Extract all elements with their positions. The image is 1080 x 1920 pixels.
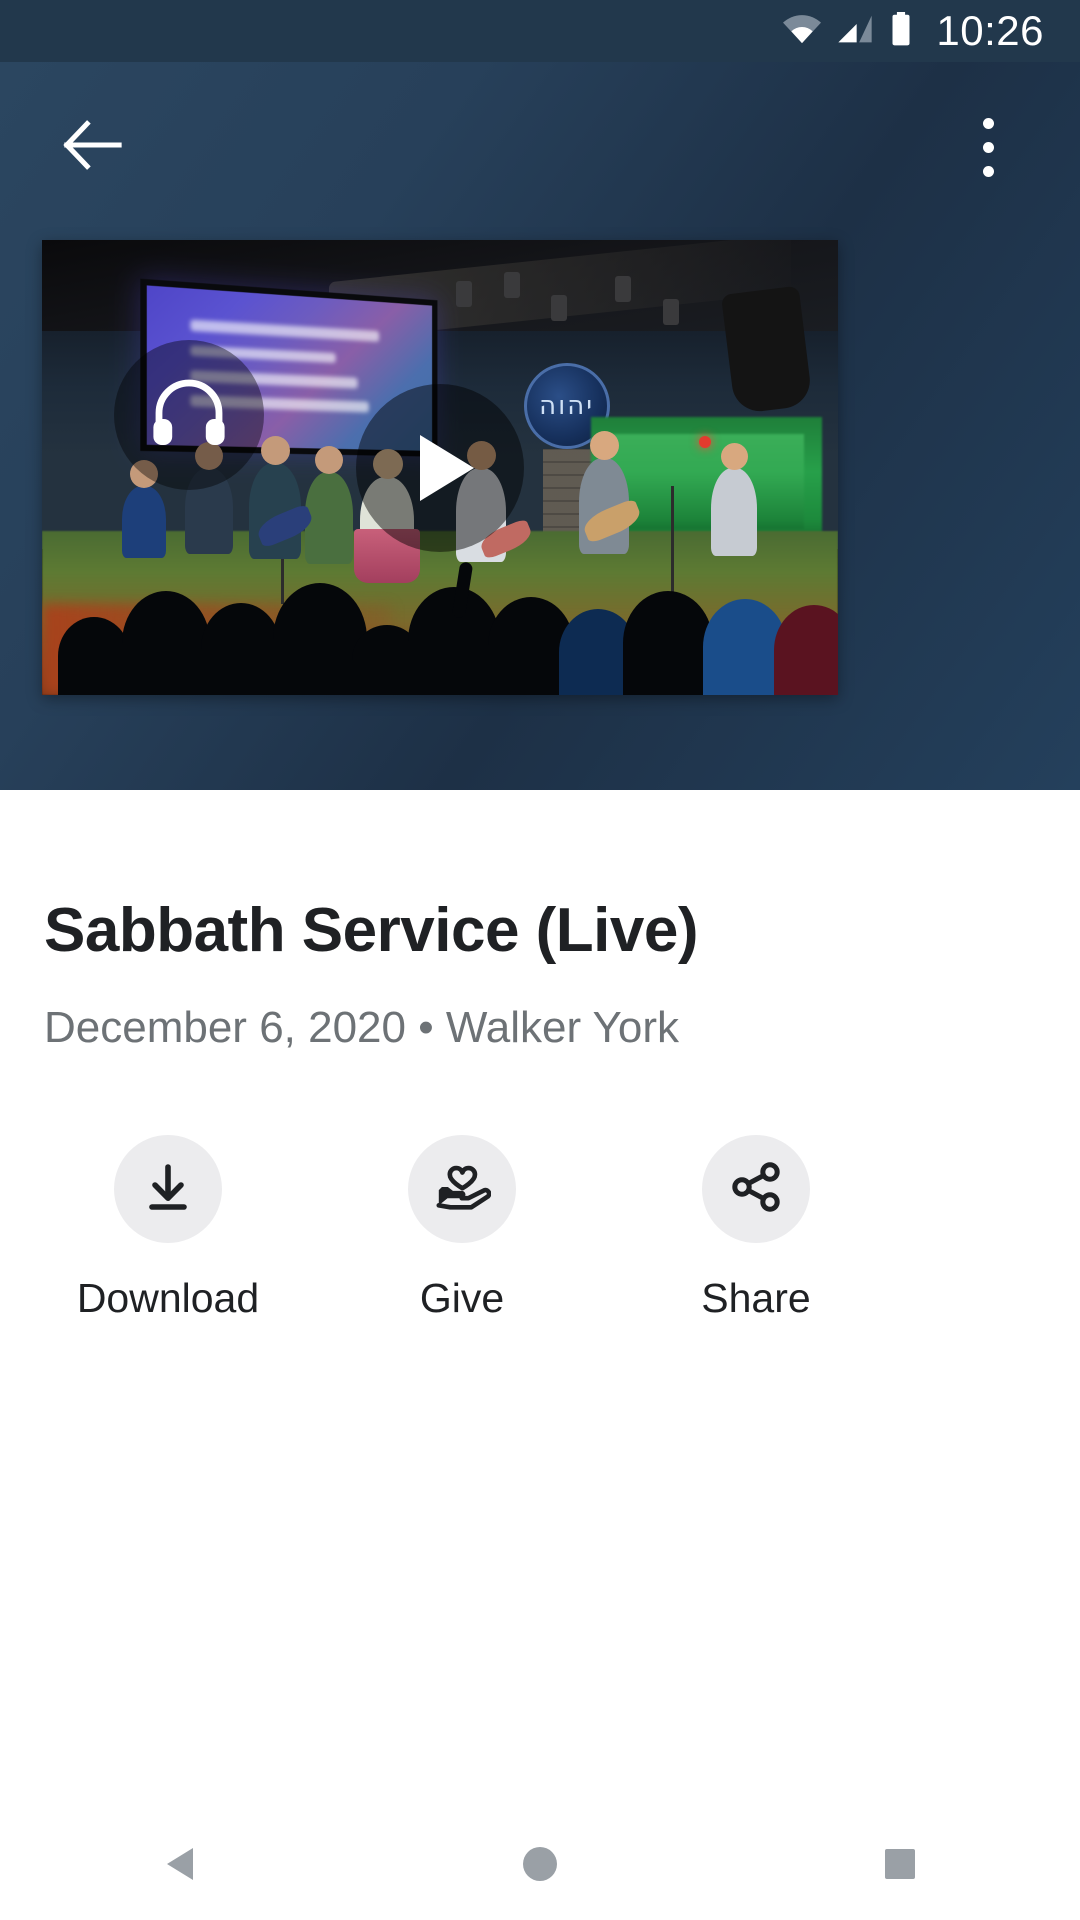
- video-thumbnail-card[interactable]: יהוה: [42, 240, 838, 695]
- status-icons: [782, 11, 914, 51]
- share-label: Share: [701, 1275, 811, 1321]
- nav-home-icon: [523, 1847, 557, 1881]
- page-title: Sabbath Service (Live): [44, 896, 699, 965]
- nav-recents-button[interactable]: [810, 1808, 990, 1920]
- headphones-icon: [151, 379, 227, 452]
- overflow-menu-button[interactable]: [942, 101, 1034, 193]
- audio-only-button[interactable]: [114, 340, 264, 490]
- nav-home-button[interactable]: [450, 1808, 630, 1920]
- page-subtitle: December 6, 2020 • Walker York: [44, 1003, 679, 1052]
- share-icon: [728, 1159, 784, 1220]
- give-label: Give: [419, 1275, 505, 1321]
- battery-icon: [888, 11, 914, 51]
- nav-recents-icon: [885, 1849, 915, 1879]
- share-button[interactable]: [702, 1135, 810, 1243]
- emblem-text: יהוה: [539, 390, 595, 421]
- back-button[interactable]: [46, 101, 138, 193]
- back-arrow-icon: [61, 119, 123, 176]
- status-bar: 10:26: [0, 0, 1080, 62]
- wifi-icon: [782, 14, 822, 49]
- hand-heart-icon: [433, 1158, 492, 1221]
- give-action[interactable]: Give: [338, 1135, 586, 1322]
- system-nav-bar: [0, 1808, 1080, 1920]
- play-icon: [420, 434, 474, 501]
- overflow-menu-icon: [982, 117, 994, 177]
- download-label: Download: [76, 1275, 260, 1321]
- download-icon: [140, 1159, 196, 1220]
- app-screen: 10:26 יהוה Sabbath Service (Live) Decemb…: [0, 0, 1080, 1920]
- status-time: 10:26: [936, 7, 1044, 54]
- app-bar: [0, 62, 1080, 232]
- download-action[interactable]: Download: [44, 1135, 292, 1322]
- action-row: Download Give Share: [44, 1135, 880, 1322]
- nav-back-button[interactable]: [90, 1808, 270, 1920]
- share-action[interactable]: Share: [632, 1135, 880, 1322]
- cellular-signal-icon: [836, 14, 874, 49]
- download-button[interactable]: [114, 1135, 222, 1243]
- nav-back-icon: [167, 1848, 193, 1880]
- give-button[interactable]: [408, 1135, 516, 1243]
- play-button[interactable]: [356, 383, 524, 552]
